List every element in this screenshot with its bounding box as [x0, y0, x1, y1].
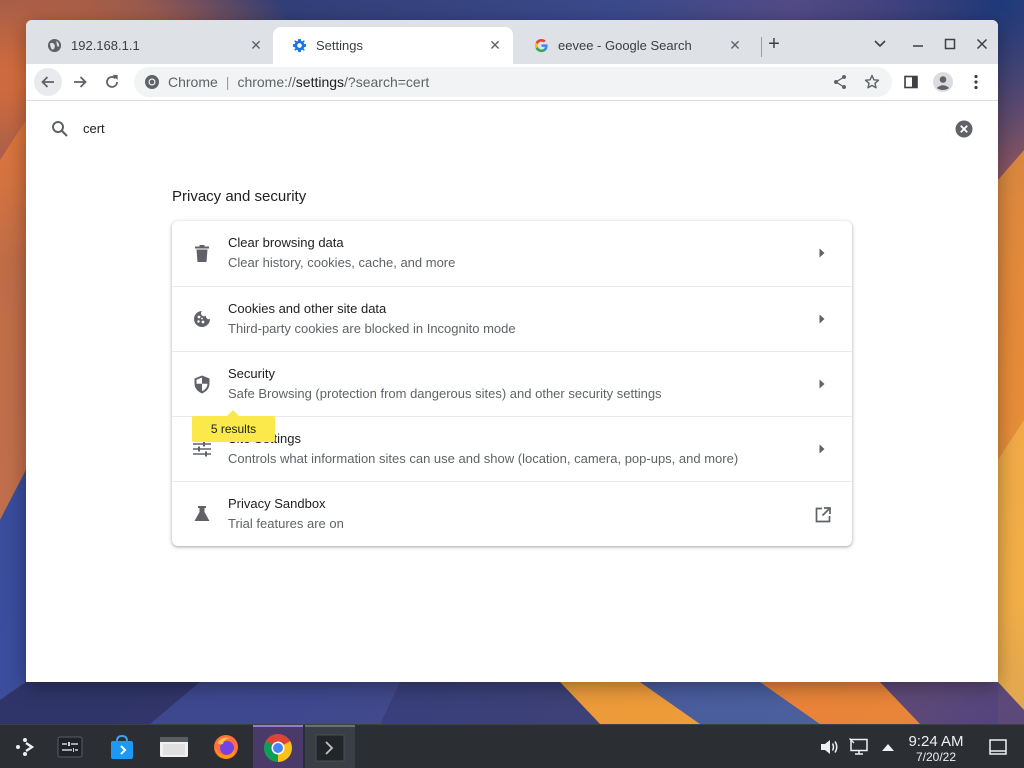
url-path: /?search=cert [344, 74, 430, 90]
tab-settings[interactable]: Settings ✕ [273, 27, 513, 64]
row-cookies[interactable]: Cookies and other site data Third-party … [172, 286, 852, 351]
tab-title: Settings [316, 38, 363, 53]
file-manager-button[interactable] [149, 725, 199, 768]
clock-date[interactable]: 7/20/22 [900, 750, 972, 764]
tune-icon [192, 439, 212, 459]
chrome-icon [264, 734, 292, 762]
trash-icon [192, 243, 212, 263]
site-label: Chrome [168, 74, 218, 90]
tab-google-search[interactable]: eevee - Google Search ✕ [515, 27, 753, 64]
maximize-icon [944, 38, 956, 50]
tab-search-button[interactable] [868, 32, 892, 56]
row-privacy-sandbox[interactable]: Privacy Sandbox Trial features are on [172, 481, 852, 546]
clock-time[interactable]: 9:24 AM [900, 733, 972, 750]
terminal-button[interactable] [305, 725, 355, 768]
omnibox-url: chrome://settings/?search=cert [237, 74, 429, 90]
row-subtitle: Third-party cookies are blocked in Incog… [228, 321, 516, 336]
share-icon [834, 75, 846, 89]
back-button[interactable] [34, 68, 62, 96]
minimize-icon [913, 45, 923, 47]
row-title: Clear browsing data [228, 235, 344, 250]
tab-router[interactable]: 192.168.1.1 ✕ [28, 27, 274, 64]
search-results-bubble: 5 results [192, 410, 275, 442]
new-tab-button[interactable]: + [762, 32, 786, 56]
chrome-window: 192.168.1.1 ✕ Settings ✕ eevee - Google … [26, 20, 998, 682]
arrow-right-icon [816, 443, 828, 455]
gear-icon [291, 38, 307, 54]
more-vert-icon [974, 74, 978, 90]
arrow-left-icon [41, 76, 54, 88]
globe-icon [46, 38, 62, 54]
row-subtitle: Safe Browsing (protection from dangerous… [228, 386, 662, 401]
row-title: Cookies and other site data [228, 301, 387, 316]
bookmark-button[interactable] [858, 68, 886, 96]
reload-button[interactable] [98, 68, 126, 96]
tab-title: 192.168.1.1 [71, 38, 140, 53]
chrome-logo-icon [144, 74, 160, 90]
arrow-right-icon [816, 313, 828, 325]
row-subtitle: Clear history, cookies, cache, and more [228, 255, 456, 270]
omnibox[interactable]: Chrome | chrome://settings/?search=cert [134, 67, 892, 97]
shield-icon [192, 374, 212, 394]
privacy-security-card: Clear browsing data Clear history, cooki… [172, 221, 852, 546]
chevron-down-icon [874, 40, 886, 48]
menu-button[interactable] [962, 68, 990, 96]
arrow-right-icon [816, 247, 828, 259]
row-clear-browsing-data[interactable]: Clear browsing data Clear history, cooki… [172, 221, 852, 286]
section-title: Privacy and security [172, 188, 307, 205]
volume-icon[interactable] [819, 737, 839, 757]
discover-store-icon [111, 734, 133, 759]
app-launcher-icon [16, 738, 35, 756]
row-security[interactable]: Security Safe Browsing (protection from … [172, 351, 852, 416]
side-panel-button[interactable] [897, 68, 925, 96]
taskbar: 9:24 AM 7/20/22 [0, 724, 1024, 768]
row-title: Security [228, 366, 275, 381]
star-icon [864, 74, 880, 89]
chrome-button[interactable] [253, 725, 303, 768]
search-input[interactable]: cert [83, 121, 105, 136]
row-title: Privacy Sandbox [228, 496, 326, 511]
tab-title: eevee - Google Search [558, 38, 692, 53]
terminal-icon [315, 734, 345, 762]
flask-icon [192, 504, 212, 524]
tab-strip: 192.168.1.1 ✕ Settings ✕ eevee - Google … [26, 20, 998, 64]
network-icon[interactable] [849, 737, 869, 757]
system-settings-button[interactable] [45, 725, 95, 768]
file-manager-icon [160, 737, 188, 757]
profile-button[interactable] [929, 68, 957, 96]
firefox-button[interactable] [201, 725, 251, 768]
clear-search-icon[interactable] [955, 120, 973, 138]
reload-icon [106, 74, 118, 88]
show-desktop-icon[interactable] [988, 737, 1008, 757]
omnibox-separator: | [225, 74, 230, 90]
url-host: settings [295, 74, 345, 90]
close-window-button[interactable] [970, 32, 994, 56]
app-launcher-button[interactable] [0, 725, 50, 768]
row-subtitle: Controls what information sites can use … [228, 451, 739, 466]
open-in-new-icon[interactable] [814, 506, 832, 524]
google-icon [533, 38, 549, 54]
tray-expand-icon[interactable] [878, 737, 898, 757]
side-panel-icon [904, 75, 918, 89]
system-settings-icon [57, 736, 83, 758]
share-button[interactable] [826, 68, 854, 96]
avatar-icon [933, 72, 953, 92]
url-prefix: chrome:// [237, 74, 296, 90]
close-tab-icon[interactable]: ✕ [248, 37, 264, 54]
search-icon [51, 120, 69, 138]
cookie-icon [192, 309, 212, 329]
arrow-right-icon [74, 76, 87, 88]
settings-search-bar[interactable]: cert [26, 102, 998, 152]
arrow-right-icon [816, 378, 828, 390]
firefox-icon [214, 735, 238, 759]
forward-button[interactable] [66, 68, 94, 96]
row-subtitle: Trial features are on [228, 516, 344, 531]
close-tab-icon[interactable]: ✕ [727, 37, 743, 54]
minimize-button[interactable] [906, 32, 930, 56]
discover-store-button[interactable] [97, 725, 147, 768]
close-icon [976, 38, 988, 50]
close-tab-icon[interactable]: ✕ [487, 37, 503, 54]
browser-toolbar: Chrome | chrome://settings/?search=cert [26, 64, 998, 101]
maximize-button[interactable] [938, 32, 962, 56]
